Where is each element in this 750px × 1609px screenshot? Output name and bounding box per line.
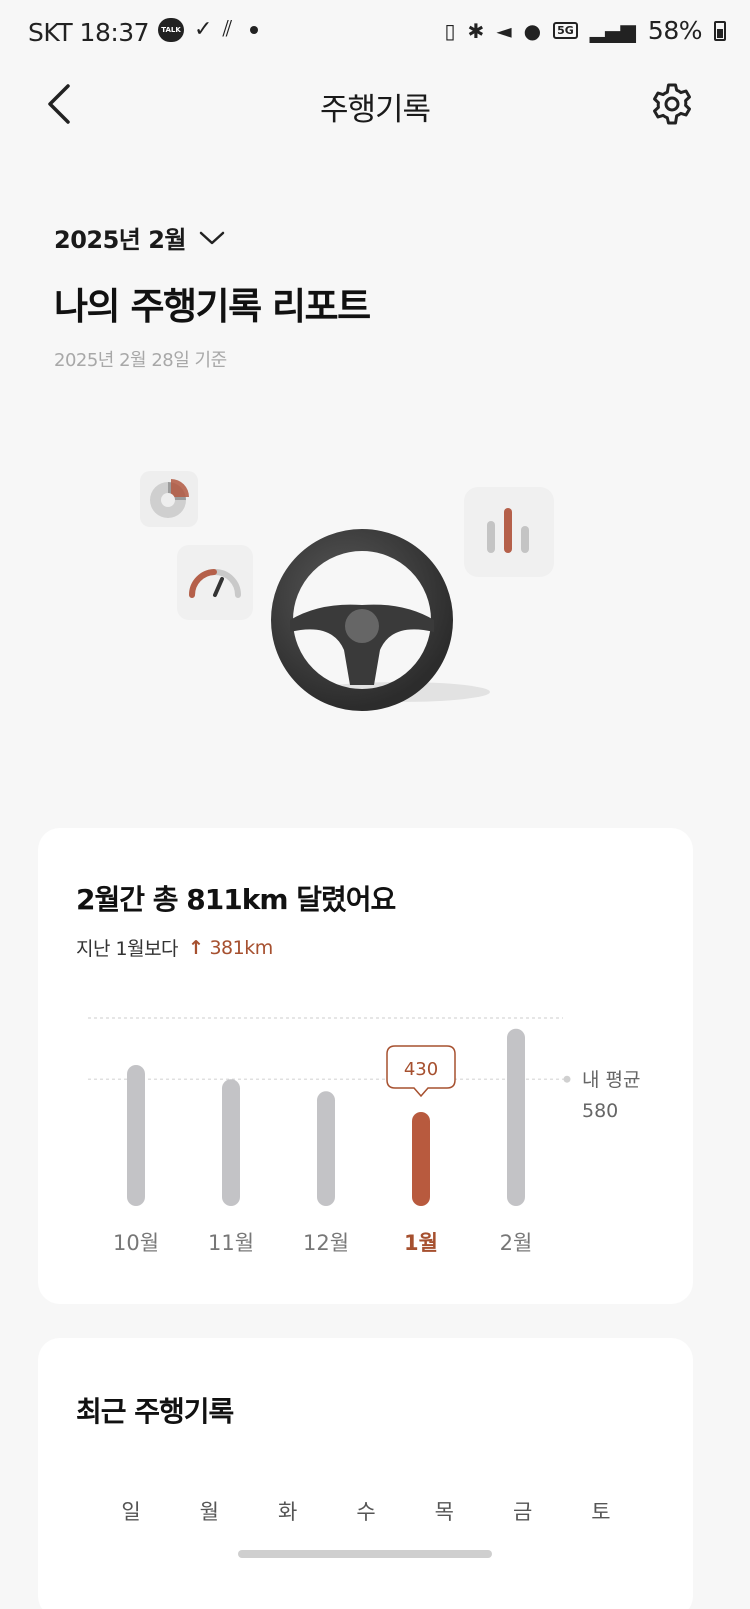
location-icon: ● xyxy=(523,18,542,43)
chart-x-label: 2월 xyxy=(500,1231,533,1255)
kakaotalk-icon: TALK xyxy=(158,18,184,42)
page-title: 주행기록 xyxy=(319,92,431,128)
average-marker xyxy=(563,1075,571,1083)
pie-chart-icon xyxy=(140,471,198,527)
weekday-sat: 토 xyxy=(591,1500,611,1524)
battery-saver-icon: ▯ xyxy=(444,18,456,43)
bar-chart-icon xyxy=(464,487,554,577)
chart-bar xyxy=(507,1028,525,1206)
month-label: 2025년 2월 xyxy=(54,226,187,254)
steering-wheel-icon xyxy=(271,529,490,711)
report-title: 나의 주행기록 리포트 xyxy=(54,285,371,328)
status-bar: SKT 18:37 TALK ✓ ⫽ ▯ ✱ ◄ ● 5G ▂▄▆ 58% xyxy=(0,0,750,68)
app-header: 주행기록 xyxy=(0,68,750,144)
comparison-label: 지난 1월보다 xyxy=(76,938,179,960)
battery-icon xyxy=(714,20,726,41)
highlight-tooltip-value: 430 xyxy=(404,1059,438,1080)
chart-x-label: 10월 xyxy=(113,1231,159,1255)
average-value: 580 xyxy=(582,1100,618,1122)
recent-title: 최근 주행기록 xyxy=(76,1395,234,1428)
chart-x-label: 1월 xyxy=(404,1231,438,1255)
month-comparison: 지난 1월보다 ↑ 381km xyxy=(76,934,273,961)
month-selector[interactable]: 2025년 2월 xyxy=(54,220,226,255)
status-carrier-time: SKT 18:37 xyxy=(28,18,150,47)
settings-button[interactable] xyxy=(648,80,696,128)
chart-x-label: 11월 xyxy=(208,1231,254,1255)
chart-bar xyxy=(222,1079,240,1206)
weekday-mon: 월 xyxy=(199,1500,219,1524)
chart-bar xyxy=(412,1112,430,1206)
chart-x-label: 12월 xyxy=(303,1231,349,1255)
weekday-wed: 수 xyxy=(356,1500,376,1524)
battery-percent: 58% xyxy=(647,16,703,45)
report-as-of-date: 2025년 2월 28일 기준 xyxy=(54,350,227,371)
app-notification-icon: ⫽ xyxy=(222,17,233,42)
comparison-value: 381km xyxy=(209,936,273,959)
average-label: 내 평균 xyxy=(582,1069,640,1091)
network-5g-icon: 5G xyxy=(553,22,578,39)
monthly-distance-chart: 내 평균 580 10월 11월 12월 1월 430 2월 xyxy=(88,1017,640,1255)
signal-icon: ▂▄▆ xyxy=(589,18,636,43)
chart-bar xyxy=(127,1065,145,1206)
weekday-thu: 목 xyxy=(434,1500,454,1524)
recent-drives-card: 최근 주행기록 일 월 화 수 목 금 토 xyxy=(38,1338,693,1609)
weekday-sun: 일 xyxy=(121,1500,141,1524)
arrow-up-icon: ↑ xyxy=(188,936,204,959)
more-notifications-dot xyxy=(250,26,259,34)
monthly-summary-card: 2월간 총 811km 달렸어요 지난 1월보다 ↑ 381km 내 평균 580… xyxy=(38,828,693,1304)
chevron-down-icon xyxy=(199,231,225,244)
weekday-fri: 금 xyxy=(512,1500,533,1524)
v-app-icon: ✓ xyxy=(194,17,213,42)
gear-icon xyxy=(653,83,691,125)
driving-illustration xyxy=(140,471,554,711)
bluetooth-icon: ✱ xyxy=(467,18,485,43)
chart-bar xyxy=(317,1091,335,1206)
home-indicator[interactable] xyxy=(238,1550,492,1558)
summary-title: 2월간 총 811km 달렸어요 xyxy=(76,883,396,916)
mute-icon: ◄ xyxy=(496,18,512,43)
weekday-header: 일 월 화 수 목 금 토 xyxy=(76,1496,656,1526)
weekday-tue: 화 xyxy=(277,1500,298,1524)
speedometer-icon xyxy=(177,545,253,620)
